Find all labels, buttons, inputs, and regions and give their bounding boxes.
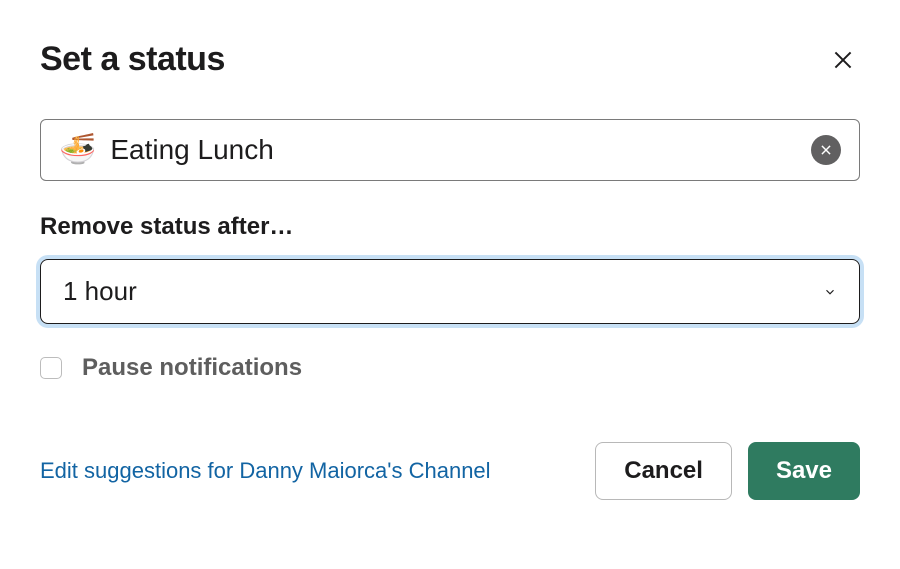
pause-notifications-row: Pause notifications [40,354,860,382]
modal-header: Set a status [40,40,860,79]
edit-suggestions-link[interactable]: Edit suggestions for Danny Maiorca's Cha… [40,458,491,484]
close-icon [830,47,856,73]
close-button[interactable] [826,43,860,77]
status-text-input[interactable] [110,134,797,166]
status-input-container: 🍜 [40,119,860,181]
cancel-button[interactable]: Cancel [595,442,732,500]
x-icon [819,143,833,157]
duration-select[interactable]: 1 hour [40,259,860,324]
footer-buttons: Cancel Save [595,442,860,500]
duration-value: 1 hour [63,276,137,307]
duration-label: Remove status after… [40,213,860,241]
chevron-down-icon [823,285,837,299]
clear-status-button[interactable] [811,135,841,165]
pause-notifications-label: Pause notifications [82,354,302,382]
pause-notifications-checkbox[interactable] [40,357,62,379]
status-emoji[interactable]: 🍜 [59,135,96,165]
modal-title: Set a status [40,40,225,79]
modal-footer: Edit suggestions for Danny Maiorca's Cha… [40,442,860,500]
save-button[interactable]: Save [748,442,860,500]
